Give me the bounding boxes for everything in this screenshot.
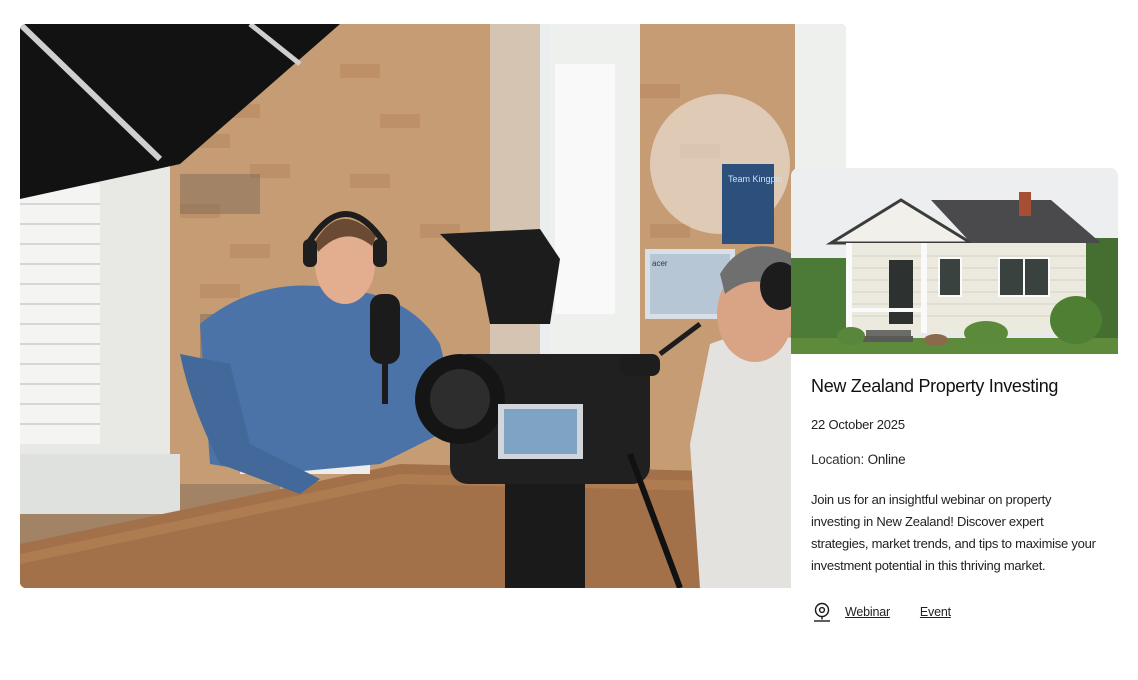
monitor-brand: acer [652, 259, 668, 268]
event-date: 22 October 2025 [811, 417, 905, 432]
location-value: Online [867, 452, 906, 467]
location-label: Location: [811, 452, 864, 467]
event-card-image [791, 168, 1118, 354]
event-card[interactable]: New Zealand Property Investing 22 Octobe… [791, 168, 1118, 648]
event-description: Join us for an insightful webinar on pro… [811, 492, 1096, 573]
event-location: Location: Online [811, 452, 1098, 467]
event-title[interactable]: New Zealand Property Investing [811, 376, 1098, 397]
poster-text: Team Kingpin [728, 174, 783, 184]
hero-image: Team Kingpin acer [20, 24, 846, 588]
tag-event[interactable]: Event [920, 605, 951, 619]
tag-webinar[interactable]: Webinar [845, 605, 890, 619]
podcast-studio-illustration: Team Kingpin acer [20, 24, 846, 588]
location-pin-icon [814, 602, 830, 622]
event-tags: Webinar Event [811, 601, 1098, 623]
